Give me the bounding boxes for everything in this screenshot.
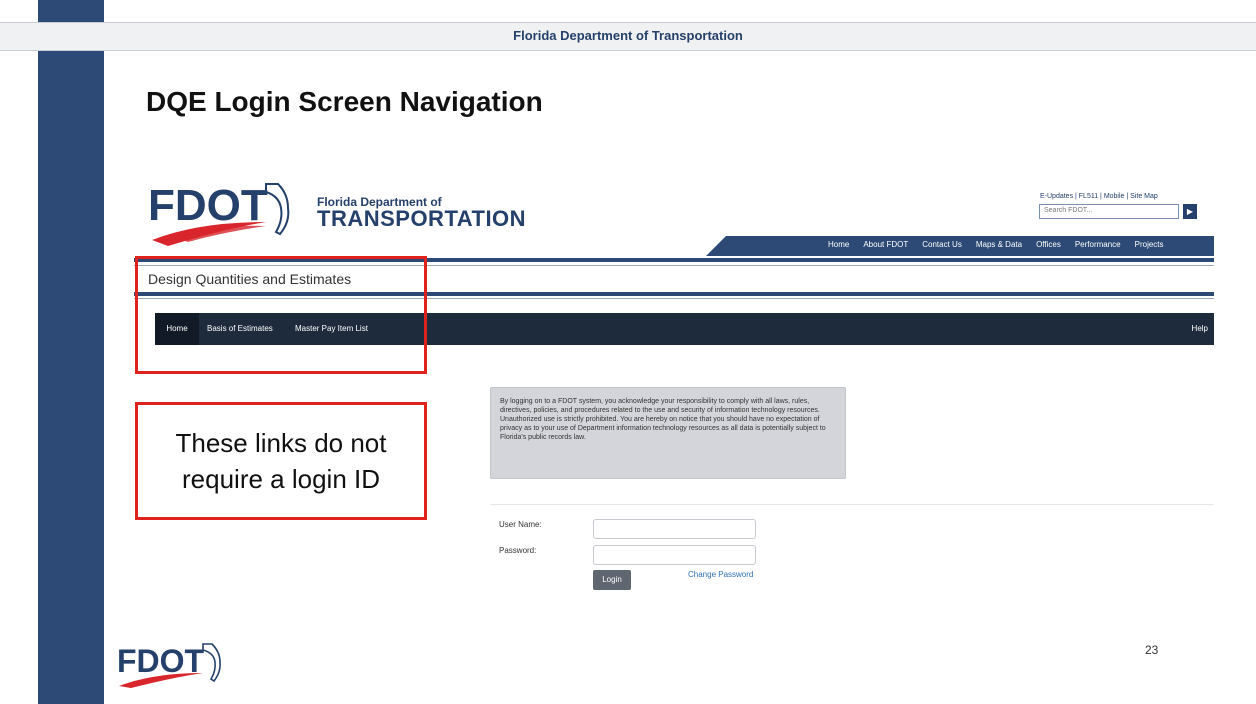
slide-title: DQE Login Screen Navigation — [146, 86, 543, 117]
app-nav-help[interactable]: Help — [1192, 313, 1208, 345]
slide-sidebar-bar — [38, 0, 104, 704]
search-go-icon[interactable]: ▶ — [1183, 204, 1197, 219]
top-nav-about[interactable]: About FDOT — [863, 240, 908, 249]
top-nav-performance[interactable]: Performance — [1075, 240, 1121, 249]
top-nav-home[interactable]: Home — [828, 240, 849, 249]
page-number: 23 — [1145, 643, 1159, 657]
callout-text: These links do not require a login ID — [175, 428, 387, 494]
slide-header: Florida Department of Transportation — [513, 28, 743, 43]
footer-fdot-logo: FDOT — [117, 640, 235, 693]
utility-links[interactable]: E-Updates | FL511 | Mobile | Site Map — [1040, 193, 1158, 200]
top-nav-offices[interactable]: Offices — [1036, 240, 1061, 249]
highlight-box-links — [135, 256, 427, 374]
brand-line2: TRANSPORTATION — [317, 206, 527, 231]
top-nav-maps-data[interactable]: Maps & Data — [976, 240, 1022, 249]
fdot-logo[interactable]: FDOT — [148, 178, 296, 251]
callout-box: These links do not require a login ID — [135, 402, 427, 520]
username-label: User Name: — [499, 520, 542, 529]
username-input[interactable] — [593, 519, 756, 539]
change-password-link[interactable]: Change Password — [688, 570, 753, 579]
password-label: Password: — [499, 546, 537, 555]
security-notice: By logging on to a FDOT system, you ackn… — [490, 387, 846, 479]
login-button[interactable]: Login — [593, 570, 631, 590]
top-nav: Home About FDOT Contact Us Maps & Data O… — [828, 240, 1164, 249]
form-divider — [490, 504, 1214, 505]
search-input[interactable]: Search FDOT... — [1039, 204, 1179, 219]
top-nav-projects[interactable]: Projects — [1135, 240, 1164, 249]
top-nav-contact[interactable]: Contact Us — [922, 240, 962, 249]
password-input[interactable] — [593, 545, 756, 565]
